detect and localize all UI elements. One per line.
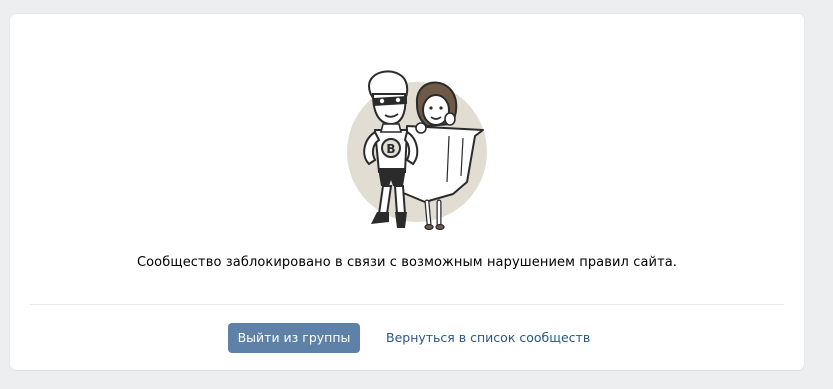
svg-text:B: B (386, 142, 395, 156)
blocked-message: Сообщество заблокировано в связи с возмо… (136, 255, 678, 270)
back-to-communities-link[interactable]: Вернуться в список сообществ (386, 330, 590, 345)
divider (30, 304, 784, 305)
blocked-community-superheroes-icon: B (335, 64, 495, 234)
leave-group-button[interactable]: Выйти из группы (228, 323, 360, 353)
blocked-community-card: B Сообщество заблокировано в связи с воз… (10, 14, 804, 370)
